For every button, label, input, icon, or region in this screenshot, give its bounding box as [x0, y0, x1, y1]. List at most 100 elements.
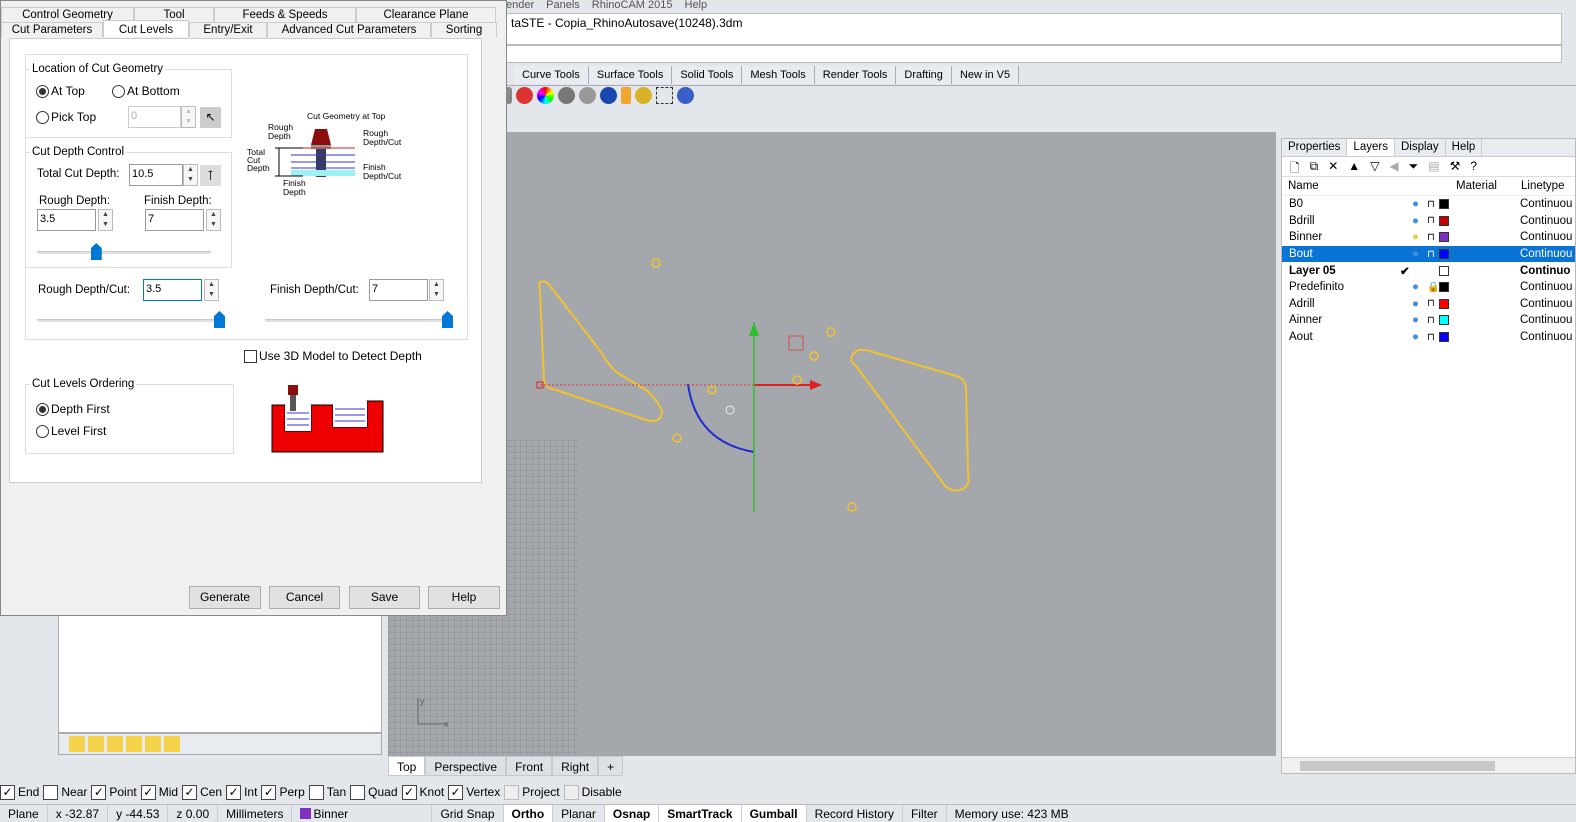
move-left-icon[interactable]: ◀ — [1389, 159, 1398, 174]
cancel-button[interactable]: Cancel — [269, 586, 340, 609]
blue-sphere-icon[interactable] — [600, 87, 617, 104]
finish-depth-cut-spinner[interactable]: ▲ ▼ — [429, 279, 444, 301]
tab-surface-tools[interactable]: Surface Tools — [588, 66, 673, 84]
menu-help[interactable]: Help — [685, 0, 708, 11]
sphere-icon[interactable] — [579, 87, 596, 104]
tool-icon[interactable] — [164, 736, 180, 752]
unlock-icon[interactable]: ⊓ — [1427, 232, 1435, 243]
lightbulb-icon[interactable]: ● — [1412, 281, 1419, 293]
checkbox[interactable] — [43, 784, 59, 800]
render-icon[interactable] — [516, 87, 533, 104]
col-linetype[interactable]: Linetype — [1521, 180, 1564, 192]
osnap-cen[interactable]: ✓ Cen — [182, 784, 222, 800]
lock-icon[interactable]: 🔒 — [1427, 282, 1439, 293]
lightbulb-icon[interactable]: ● — [1412, 231, 1419, 243]
tab-drafting[interactable]: Drafting — [896, 66, 952, 84]
radio-level-first[interactable]: Level First — [36, 424, 106, 438]
planar-toggle[interactable]: Planar — [553, 805, 605, 822]
ortho-toggle[interactable]: Ortho — [503, 805, 554, 822]
use-3d-model-checkbox[interactable]: Use 3D Model to Detect Depth — [244, 349, 422, 363]
menu-panels[interactable]: Panels — [546, 0, 580, 11]
pick-cursor-icon[interactable]: ↖ — [200, 107, 221, 128]
layer-color-swatch[interactable] — [1439, 215, 1449, 226]
pick-top-spinner[interactable]: ▲ ▼ — [181, 106, 196, 128]
add-viewport-tab[interactable]: + — [598, 756, 624, 776]
osnap-knot[interactable]: ✓ Knot — [401, 784, 444, 800]
tab-display[interactable]: Display — [1395, 139, 1446, 156]
total-cut-depth-spinner[interactable]: ▲ ▼ — [183, 164, 198, 186]
unlock-icon[interactable]: ⊓ — [1427, 215, 1435, 226]
osnap-vertex[interactable]: ✓ Vertex — [448, 784, 500, 800]
osnap-tan[interactable]: Tan — [308, 784, 346, 800]
tab-cut-levels[interactable]: Cut Levels — [103, 20, 189, 37]
gumball-x-arrowhead[interactable] — [810, 380, 822, 390]
curve-b[interactable] — [850, 349, 970, 492]
layer-row[interactable]: Ainner ● ⊓ Continuou — [1282, 312, 1575, 329]
move-down-icon[interactable]: ▽ — [1370, 159, 1379, 174]
tab-entry-exit[interactable]: Entry/Exit — [189, 22, 267, 37]
dimension-icon[interactable] — [656, 87, 673, 104]
layer-color-swatch[interactable] — [1439, 332, 1449, 343]
filter-icon[interactable]: ⏷ — [1409, 159, 1419, 174]
radio-at-bottom[interactable]: At Bottom — [112, 84, 180, 98]
tab-right[interactable]: Right — [552, 756, 599, 776]
tab-help[interactable]: Help — [1446, 139, 1483, 156]
layer-color-swatch[interactable] — [1439, 282, 1449, 293]
filter-toggle[interactable]: Filter — [903, 805, 947, 822]
total-cut-depth-input[interactable]: 10.5 — [129, 164, 183, 186]
save-button[interactable]: Save — [349, 586, 420, 609]
tab-cut-parameters[interactable]: Cut Parameters — [1, 22, 103, 37]
tab-render-tools[interactable]: Render Tools — [814, 66, 897, 84]
rough-depth-cut-spinner[interactable]: ▲ ▼ — [204, 279, 219, 301]
tool-icon[interactable] — [126, 736, 142, 752]
tab-curve-tools[interactable]: Curve Tools — [514, 66, 589, 84]
tab-new-in-v5[interactable]: New in V5 — [951, 66, 1020, 84]
tab-sorting[interactable]: Sorting — [431, 22, 497, 37]
checkbox[interactable] — [563, 784, 579, 800]
tools-icon[interactable]: ⚒ — [1450, 159, 1461, 174]
unlock-icon[interactable]: ⊓ — [1427, 315, 1435, 326]
rough-depth-cut-input[interactable]: 3.5 — [143, 279, 202, 301]
tab-top[interactable]: Top — [388, 756, 426, 776]
checkbox[interactable]: ✓ — [261, 784, 277, 800]
cplane[interactable]: Plane — [0, 805, 48, 822]
checkbox[interactable]: ✓ — [0, 784, 15, 800]
layer-row[interactable]: Bout ● ⊓ Continuou — [1282, 245, 1575, 263]
layer-row[interactable]: Predefinito ● 🔒 Continuou — [1282, 279, 1575, 296]
osnap-near[interactable]: Near — [43, 784, 87, 800]
osnap-perp[interactable]: ✓ Perp — [261, 784, 305, 800]
layer-linetype[interactable]: Continuou — [1520, 281, 1572, 293]
gumball-center[interactable] — [725, 405, 735, 415]
checkbox[interactable]: ✓ — [226, 784, 242, 800]
layer-linetype[interactable]: Continuou — [1520, 298, 1572, 310]
lightbulb-icon[interactable]: ● — [1412, 331, 1419, 343]
gumball-toggle[interactable]: Gumball — [741, 805, 807, 822]
layer-linetype[interactable]: Continuou — [1520, 331, 1572, 343]
layer-color-swatch[interactable] — [1439, 232, 1449, 243]
layer-color-swatch[interactable] — [1439, 315, 1449, 326]
checkbox[interactable]: ✓ — [140, 784, 156, 800]
tab-mesh-tools[interactable]: Mesh Tools — [742, 66, 815, 84]
lightbulb-icon[interactable]: ● — [1412, 248, 1419, 260]
radio-pick-top[interactable]: Pick Top — [36, 110, 96, 124]
detect-depth-icon[interactable]: ⊺ — [200, 165, 221, 186]
osnap-toggle[interactable]: Osnap — [604, 805, 660, 822]
new-layer-icon[interactable]: 🗋 — [1290, 159, 1300, 175]
tab-advanced-cut-parameters[interactable]: Advanced Cut Parameters — [267, 22, 431, 37]
menu-render[interactable]: ender — [506, 0, 534, 11]
radio-depth-first[interactable]: Depth First — [36, 402, 110, 416]
osnap-mid[interactable]: ✓ Mid — [140, 784, 178, 800]
layer-row[interactable]: B0 ● ⊓ Continuou — [1282, 196, 1575, 213]
radio-at-top[interactable]: At Top — [36, 84, 85, 98]
checkbox[interactable] — [308, 784, 324, 800]
osnap-quad[interactable]: Quad — [350, 784, 398, 800]
tool-icon[interactable] — [88, 736, 104, 752]
finish-depth-cut-input[interactable]: 7 — [369, 279, 428, 301]
checkbox[interactable]: ✓ — [182, 784, 198, 800]
tab-clearance-plane[interactable]: Clearance Plane — [356, 7, 496, 22]
lightbulb-icon[interactable]: ● — [1412, 298, 1419, 310]
current-layer[interactable]: Binner — [292, 805, 433, 822]
new-sublayer-icon[interactable]: ⧉ — [1310, 159, 1319, 174]
gear-icon[interactable] — [635, 87, 652, 104]
tab-feeds-speeds[interactable]: Feeds & Speeds — [214, 7, 356, 22]
